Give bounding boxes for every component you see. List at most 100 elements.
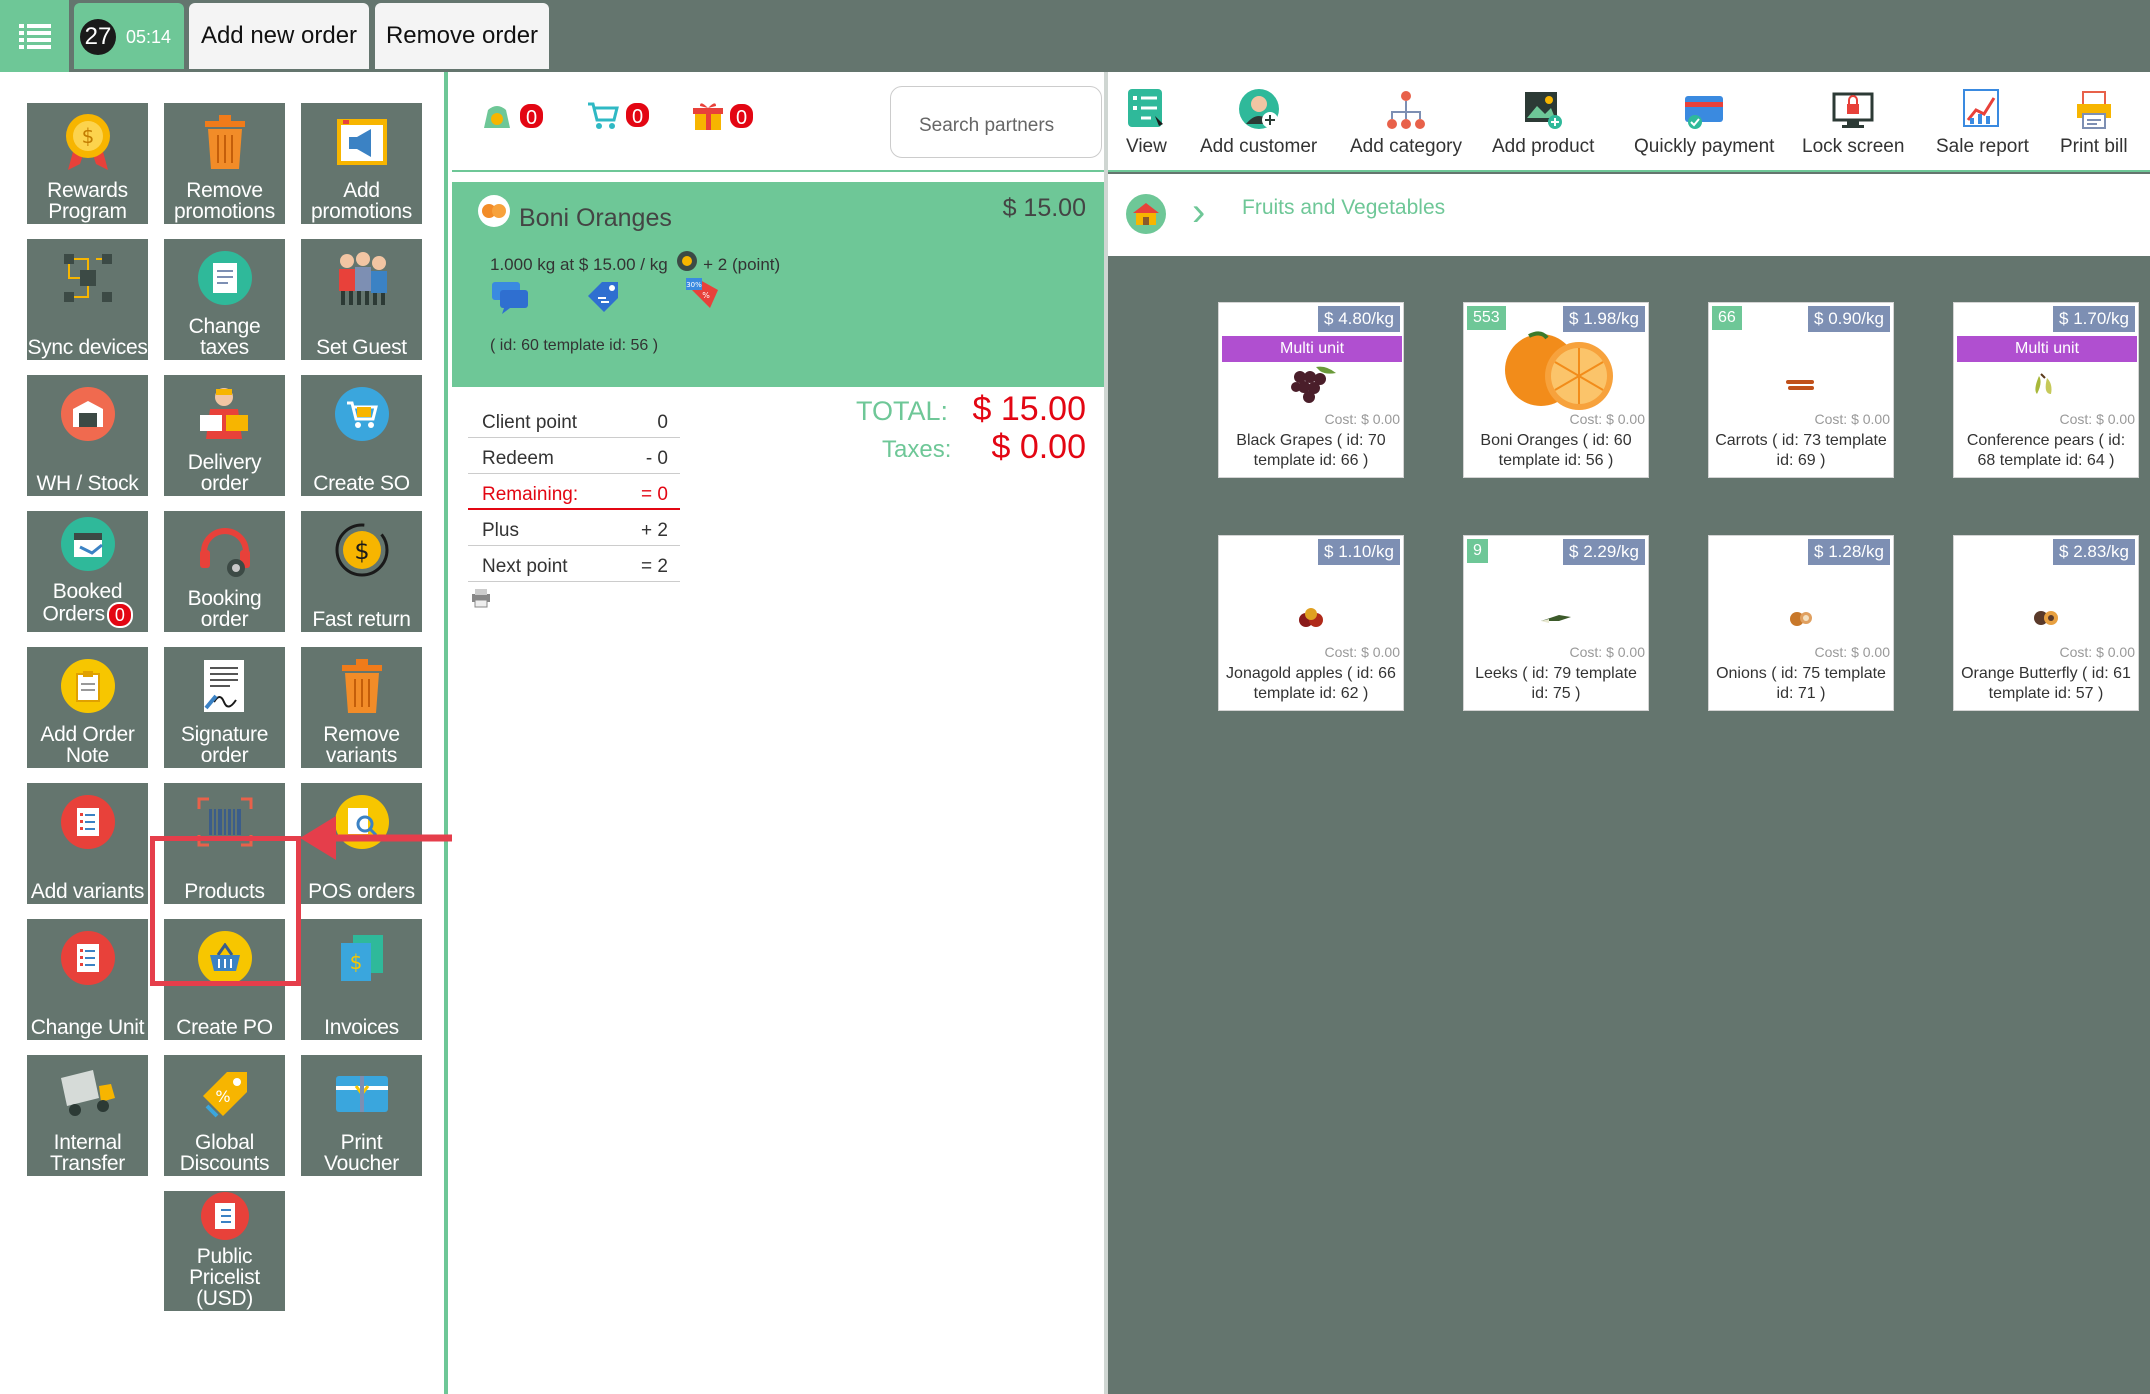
product-cost: Cost: $ 0.00 — [2059, 411, 2136, 427]
product-price: $ 1.28/kg — [1808, 539, 1890, 565]
product-card[interactable]: 553 $ 1.98/kg Cost: $ 0.00 Boni Oranges … — [1463, 302, 1649, 478]
hierarchy-icon — [1386, 91, 1425, 129]
print-voucher-button[interactable]: Print Voucher — [301, 1055, 422, 1176]
add-variants-button[interactable]: Add variants — [27, 783, 148, 904]
home-category-button[interactable] — [1126, 194, 1166, 234]
tile-label: Rewards Program — [47, 179, 128, 223]
people-icon — [338, 252, 387, 305]
order-tab[interactable]: 27 05:14 — [74, 3, 184, 69]
add-promotions-button[interactable]: Add promotions — [301, 103, 422, 224]
booked-orders-button[interactable]: Booked Orders 0 — [27, 511, 148, 632]
public-pricelist-button[interactable]: Public Pricelist (USD) — [164, 1191, 285, 1311]
redeem-row: Redeem - 0 — [468, 438, 680, 474]
add-customer-button[interactable]: Add customer — [1200, 84, 1317, 158]
product-name: Jonagold apples ( id: 66 template id: 62… — [1226, 665, 1396, 702]
checklist-icon — [76, 808, 99, 836]
change-unit-button[interactable]: Change Unit — [27, 919, 148, 1040]
top-bar: 27 05:14 Add new order Remove order — [0, 0, 2150, 72]
points-label: Remaining: — [482, 484, 579, 505]
customer-icon — [1238, 89, 1279, 129]
points-label: Plus — [482, 520, 519, 541]
tile-label: Add promotions — [311, 179, 412, 223]
rewards-program-button[interactable]: $ Rewards Program — [27, 103, 148, 224]
booked-orders-count-badge: 0 — [106, 602, 133, 628]
tile-label: Booking order — [187, 587, 262, 631]
quickly-payment-button[interactable]: Quickly payment — [1634, 84, 1774, 158]
create-so-button[interactable]: Create SO — [301, 375, 422, 496]
signature-order-button[interactable]: Signature order — [164, 647, 285, 768]
global-discounts-button[interactable]: % Global Discounts — [164, 1055, 285, 1176]
sync-devices-button[interactable]: Sync devices — [27, 239, 148, 360]
add-order-note-button[interactable]: Add Order Note — [27, 647, 148, 768]
document-icon — [212, 263, 237, 293]
set-guest-button[interactable]: Set Guest — [301, 239, 422, 360]
product-name: Leeks ( id: 79 template id: 75 ) — [1475, 665, 1637, 702]
product-card[interactable]: 9 $ 2.29/kg Cost: $ 0.00 Leeks ( id: 79 … — [1463, 535, 1649, 711]
tool-label: Quickly payment — [1634, 136, 1775, 157]
product-card[interactable]: 66 $ 0.90/kg Cost: $ 0.00 Carrots ( id: … — [1708, 302, 1894, 478]
breadcrumb-category[interactable]: Fruits and Vegetables — [1242, 196, 1445, 220]
product-card[interactable]: $ 1.28/kg Cost: $ 0.00 Onions ( id: 75 t… — [1708, 535, 1894, 711]
product-card[interactable]: $ 1.70/kg Multi unit Cost: $ 0.00 Confer… — [1953, 302, 2139, 478]
svg-text:30%: 30% — [686, 281, 702, 289]
remove-variants-button[interactable]: Remove variants — [301, 647, 422, 768]
view-button[interactable]: View — [1126, 84, 1167, 158]
selected-order-line[interactable]: Boni Oranges $ 15.00 1.000 kg at $ 15.00… — [452, 182, 1104, 387]
lock-screen-button[interactable]: Lock screen — [1802, 84, 1904, 158]
tile-label: Change Unit — [30, 1016, 145, 1039]
tile-label: POS orders — [308, 880, 415, 903]
warehouse-icon — [72, 401, 103, 427]
print-bill-button[interactable]: Print bill — [2060, 84, 2128, 158]
small-printer-icon[interactable] — [470, 588, 492, 608]
tool-label: Sale report — [1936, 136, 2029, 157]
menu-button[interactable] — [0, 0, 69, 72]
add-new-order-button[interactable]: Add new order — [189, 3, 369, 69]
cart-icon — [588, 102, 619, 129]
client-point-row: Client point 0 — [468, 402, 680, 438]
add-category-button[interactable]: Add category — [1350, 84, 1462, 158]
product-cost: Cost: $ 0.00 — [2059, 644, 2136, 660]
checklist-icon — [76, 944, 99, 972]
product-cost: Cost: $ 0.00 — [1569, 411, 1646, 427]
tile-label: Sync devices — [27, 336, 148, 359]
booking-order-button[interactable]: Booking order — [164, 511, 285, 632]
network-icon — [63, 254, 112, 302]
tool-label: View — [1126, 136, 1167, 157]
sale-report-button[interactable]: Sale report — [1936, 84, 2029, 158]
cart-icon — [346, 401, 378, 428]
fast-return-button[interactable]: $ Fast return — [301, 511, 422, 632]
payment-icon — [1685, 96, 1724, 129]
price-tag-icon[interactable] — [584, 278, 624, 318]
product-card[interactable]: $ 4.80/kg Multi unit Cost: $ 0.00 Black … — [1218, 302, 1404, 478]
discount-tag-icon[interactable]: 30%% — [684, 276, 724, 318]
svg-text:$: $ — [354, 537, 369, 565]
wh-stock-button[interactable]: WH / Stock — [27, 375, 148, 496]
search-partners-input[interactable]: Search partners — [890, 86, 1102, 158]
svg-text:%: % — [215, 1087, 230, 1106]
add-product-button[interactable]: Add product — [1492, 84, 1594, 158]
points-value: - 0 — [645, 448, 668, 469]
invoices-button[interactable]: $ Invoices — [301, 919, 422, 1040]
view-list-icon — [1128, 89, 1164, 127]
cart-counter[interactable]: 0 — [586, 100, 652, 130]
gift-counter[interactable]: 0 — [692, 100, 756, 132]
product-stock-badge: 553 — [1467, 306, 1506, 330]
order-line-quantity-text: 1.000 kg at $ 15.00 / kg — [490, 255, 668, 274]
trash-icon — [204, 115, 245, 169]
rewards-counter[interactable]: 0 — [480, 100, 546, 132]
orange-butterfly-icon — [2034, 611, 2058, 625]
onions-icon — [1790, 612, 1812, 626]
tile-label: Create SO — [313, 472, 410, 495]
internal-transfer-button[interactable]: Internal Transfer — [27, 1055, 148, 1176]
product-card[interactable]: $ 1.10/kg Cost: $ 0.00 Jonagold apples (… — [1218, 535, 1404, 711]
plus-row: Plus + 2 — [468, 510, 680, 546]
svg-text:$: $ — [349, 950, 362, 974]
change-taxes-button[interactable]: Change taxes — [164, 239, 285, 360]
gift-count-badge: 0 — [728, 102, 756, 130]
remove-order-button[interactable]: Remove order — [375, 3, 549, 69]
remove-promotions-button[interactable]: Remove promotions — [164, 103, 285, 224]
delivery-order-button[interactable]: Delivery order — [164, 375, 285, 496]
points-label: Redeem — [482, 448, 554, 469]
note-chat-icon[interactable] — [490, 280, 530, 316]
product-card[interactable]: $ 2.83/kg Cost: $ 0.00 Orange Butterfly … — [1953, 535, 2139, 711]
